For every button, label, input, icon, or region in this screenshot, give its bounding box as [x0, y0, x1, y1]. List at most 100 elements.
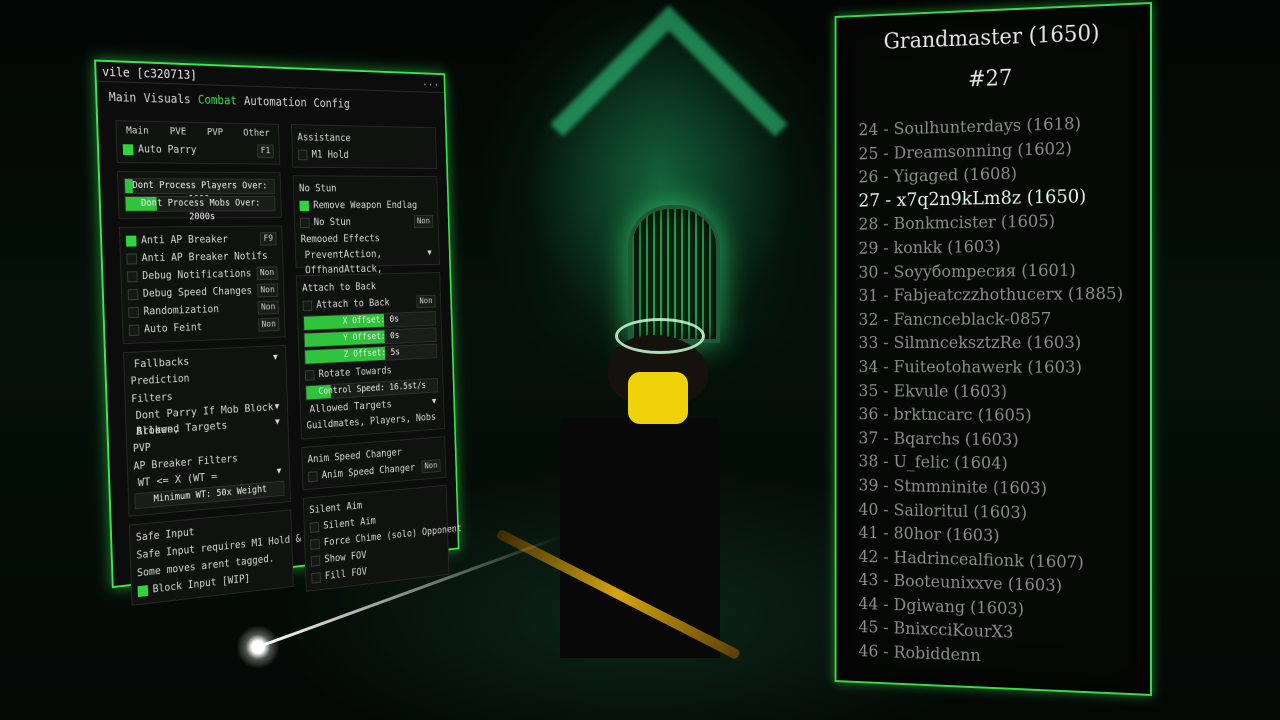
toggle-label: Auto Feint [143, 321, 203, 336]
cheat-menu-window: vile [c320713] ... Main Visuals Combat A… [94, 59, 462, 606]
anti-ap-label: Anti AP Breaker [140, 233, 229, 247]
keybind-badge[interactable]: Non [421, 459, 441, 474]
toggle-label: Fill FOV [324, 566, 368, 583]
section-header: No Stun [298, 182, 337, 195]
toggle-label: Anti AP Breaker Notifs [141, 250, 268, 265]
keybind-badge[interactable]: Non [257, 300, 279, 315]
checkbox[interactable] [127, 288, 139, 300]
checkbox[interactable] [310, 538, 320, 550]
checkbox-checked[interactable] [125, 235, 137, 247]
tab-main[interactable]: Main [109, 90, 137, 105]
keybind-badge[interactable]: F1 [257, 144, 274, 158]
checkbox[interactable] [297, 149, 308, 160]
auto-parry-label: Auto Parry [137, 143, 197, 157]
keybind-badge[interactable]: Non [416, 294, 436, 309]
character-body [560, 418, 720, 658]
process-players-slider[interactable]: Dont Process Players Over: 1000s [123, 178, 276, 205]
tab-combat[interactable]: Combat [198, 93, 237, 108]
checkbox[interactable] [310, 554, 321, 567]
subtab-main[interactable]: Main [126, 125, 149, 136]
checkbox[interactable] [308, 470, 318, 482]
leaderboard-entry: 29 - konkk (1603) [858, 237, 1001, 259]
keybind-badge[interactable]: Non [257, 317, 280, 332]
tab-visuals[interactable]: Visuals [144, 91, 191, 106]
toggle-label: Randomization [143, 303, 220, 318]
toggle-label: Rotate Towards [318, 364, 392, 381]
chevron-down-icon: ▼ [274, 402, 280, 412]
checkbox[interactable] [309, 521, 320, 533]
removed-effects-dropdown[interactable]: PreventAction, OffhandAttack, ▼ [301, 246, 434, 277]
tab-config[interactable]: Config [313, 96, 350, 110]
chevron-down-icon: ▼ [276, 466, 282, 477]
dropdown-value: PreventAction, OffhandAttack, [304, 247, 383, 277]
leaderboard-entry: 35 - Ekvule (1603) [858, 381, 1008, 402]
process-mobs-slider[interactable]: Dont Process Mobs Over: 2000s [124, 195, 276, 222]
toggle-label: Remove Weapon Endlag [313, 199, 418, 212]
toggle-label: Attach to Back [316, 297, 390, 311]
toggle-label: No Stun [313, 216, 352, 228]
chevron-down-icon: ▼ [427, 248, 432, 258]
leaderboard-entry: 32 - Fancnceblack-0857 [858, 309, 1052, 330]
checkbox[interactable] [128, 306, 139, 318]
slider-label: Dont Process Mobs Over: 2000s [140, 197, 261, 223]
tab-automation[interactable]: Automation [244, 94, 307, 109]
ap-breaker-section: Anti AP Breaker F9 Anti AP Breaker Notif… [118, 225, 286, 345]
subtab-pvp[interactable]: PVP [207, 127, 224, 138]
checkbox[interactable] [126, 270, 138, 282]
right-column: Assistance M1 Hold No Stun Remove Weapon… [291, 124, 462, 599]
keybind-badge[interactable]: Non [413, 215, 434, 228]
chevron-down-icon: ▼ [431, 397, 437, 407]
checkbox[interactable] [311, 571, 321, 584]
character-head [628, 372, 688, 424]
anim-speed-section: Anim Speed Changer Anim Speed Changer Non [301, 436, 447, 491]
leaderboard-list: 24 - Soulhunterdays (1618) 25 - Dreamson… [858, 110, 1150, 676]
light-spark [236, 625, 280, 669]
auto-parry-toggle[interactable]: Auto Parry F1 [122, 140, 274, 160]
parry-section: Main PVE PVP Other Auto Parry F1 [115, 120, 281, 165]
toggle-label: Debug Speed Changes [142, 285, 253, 300]
checkbox[interactable] [304, 369, 315, 381]
m1-hold-toggle[interactable]: M1 Hold [297, 146, 432, 164]
window-title: vile [c320713] [101, 64, 198, 83]
checkbox[interactable] [128, 324, 140, 336]
assistance-section: Assistance M1 Hold [291, 124, 437, 169]
keybind-badge[interactable]: Non [256, 266, 278, 281]
remove-endlag-toggle[interactable]: Remove Weapon Endlag [299, 197, 432, 214]
leaderboard-entry: 31 - Fabjeatczzhothucerx (1885) [858, 284, 1124, 306]
leaderboard-panel: Grandmaster (1650) #27 24 - Soulhunterda… [834, 2, 1152, 696]
silent-aim-section: Silent Aim Silent Aim Force Chime (solo)… [302, 484, 462, 592]
removed-effects-label: Remooed Effects [300, 232, 380, 246]
toggle-label: Show FOV [324, 549, 367, 566]
chevron-down-icon: ▼ [274, 417, 280, 428]
keybind-badge[interactable]: Non [256, 283, 279, 298]
player-rank: #27 [968, 66, 1013, 93]
leaderboard-entry: 33 - SilmnceksztzRe (1603) [858, 333, 1082, 354]
checkbox[interactable] [299, 217, 310, 228]
attach-section: Attach to Back Attach to Back Non X Offse… [295, 272, 445, 440]
checkbox-checked[interactable] [122, 143, 134, 155]
safe-input-section: Safe Input Safe Input requires M1 Hold &… [128, 509, 323, 606]
checkbox-checked[interactable] [299, 200, 310, 211]
toggle-label: Anim Speed Changer [321, 462, 416, 482]
dropdown-label: Fallbacks [133, 355, 190, 371]
checkbox-checked[interactable] [137, 584, 149, 597]
checkbox[interactable] [126, 252, 138, 265]
leaderboard-title: Grandmaster (1650) [883, 21, 1100, 55]
no-stun-section: No Stun Remove Weapon Endlag No Stun Non … [292, 175, 440, 277]
keybind-badge[interactable]: F9 [259, 232, 277, 246]
subtab-pve[interactable]: PVE [170, 126, 187, 137]
fallbacks-section: Fallbacks ▼ Prediction Filters Dont Parry… [123, 344, 291, 517]
leaderboard-entry: 34 - Fuiteotohawerk (1603) [858, 357, 1082, 378]
no-stun-toggle[interactable]: No Stun Non [299, 213, 434, 231]
section-header: Assistance [297, 131, 351, 145]
chevron-down-icon: ▼ [272, 352, 278, 363]
character-halo [615, 318, 705, 354]
subtab-other[interactable]: Other [243, 128, 270, 139]
leaderboard-entry: 30 - Soyyбompecия (1601) [858, 260, 1076, 283]
checkbox[interactable] [302, 299, 313, 311]
process-section: Dont Process Players Over: 1000s Dont Pr… [117, 171, 282, 222]
menu-dots-icon[interactable]: ... [422, 75, 439, 88]
toggle-label: M1 Hold [311, 148, 349, 161]
toggle-label: Debug Notifications [142, 267, 252, 283]
leaderboard-entry: 36 - brktncarc (1605) [858, 404, 1032, 426]
